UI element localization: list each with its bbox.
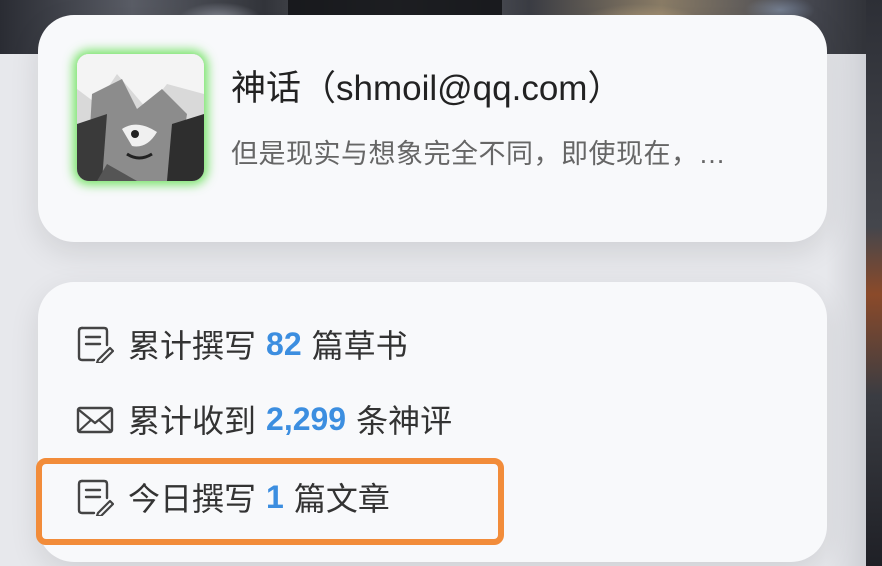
envelope-icon: [76, 400, 114, 438]
stat-total-drafts[interactable]: 累计撰写 82 篇草书: [76, 319, 408, 369]
stat-value: 2,299: [266, 400, 347, 437]
stat-value: 82: [266, 325, 302, 362]
side-shadow: [826, 54, 866, 566]
avatar[interactable]: [77, 54, 204, 181]
profile-name: 神话（shmoil@qq.com）: [231, 69, 623, 108]
stat-prefix: 累计撰写: [128, 328, 257, 364]
stat-suffix: 篇草书: [311, 328, 408, 364]
profile-card[interactable]: 神话（shmoil@qq.com） 但是现实与想象完全不同，即使现在，…: [38, 15, 827, 242]
avatar-illustration: [77, 54, 204, 181]
stat-today-articles[interactable]: 今日撰写 1 篇文章: [76, 472, 390, 522]
stat-suffix: 篇文章: [293, 481, 390, 517]
document-icon: [76, 325, 114, 363]
stat-prefix: 累计收到: [128, 403, 257, 439]
stats-card: 累计撰写 82 篇草书 累计收到 2,299 条神评 今日撰写 1 篇文章: [38, 282, 827, 562]
right-edge-strip: [866, 0, 882, 566]
stat-total-comments[interactable]: 累计收到 2,299 条神评: [76, 394, 452, 444]
document-icon: [76, 478, 114, 516]
stat-prefix: 今日撰写: [128, 481, 257, 517]
profile-bio: 但是现实与想象完全不同，即使现在，…: [231, 139, 726, 169]
stat-suffix: 条神评: [356, 403, 453, 439]
stat-value: 1: [266, 478, 284, 515]
